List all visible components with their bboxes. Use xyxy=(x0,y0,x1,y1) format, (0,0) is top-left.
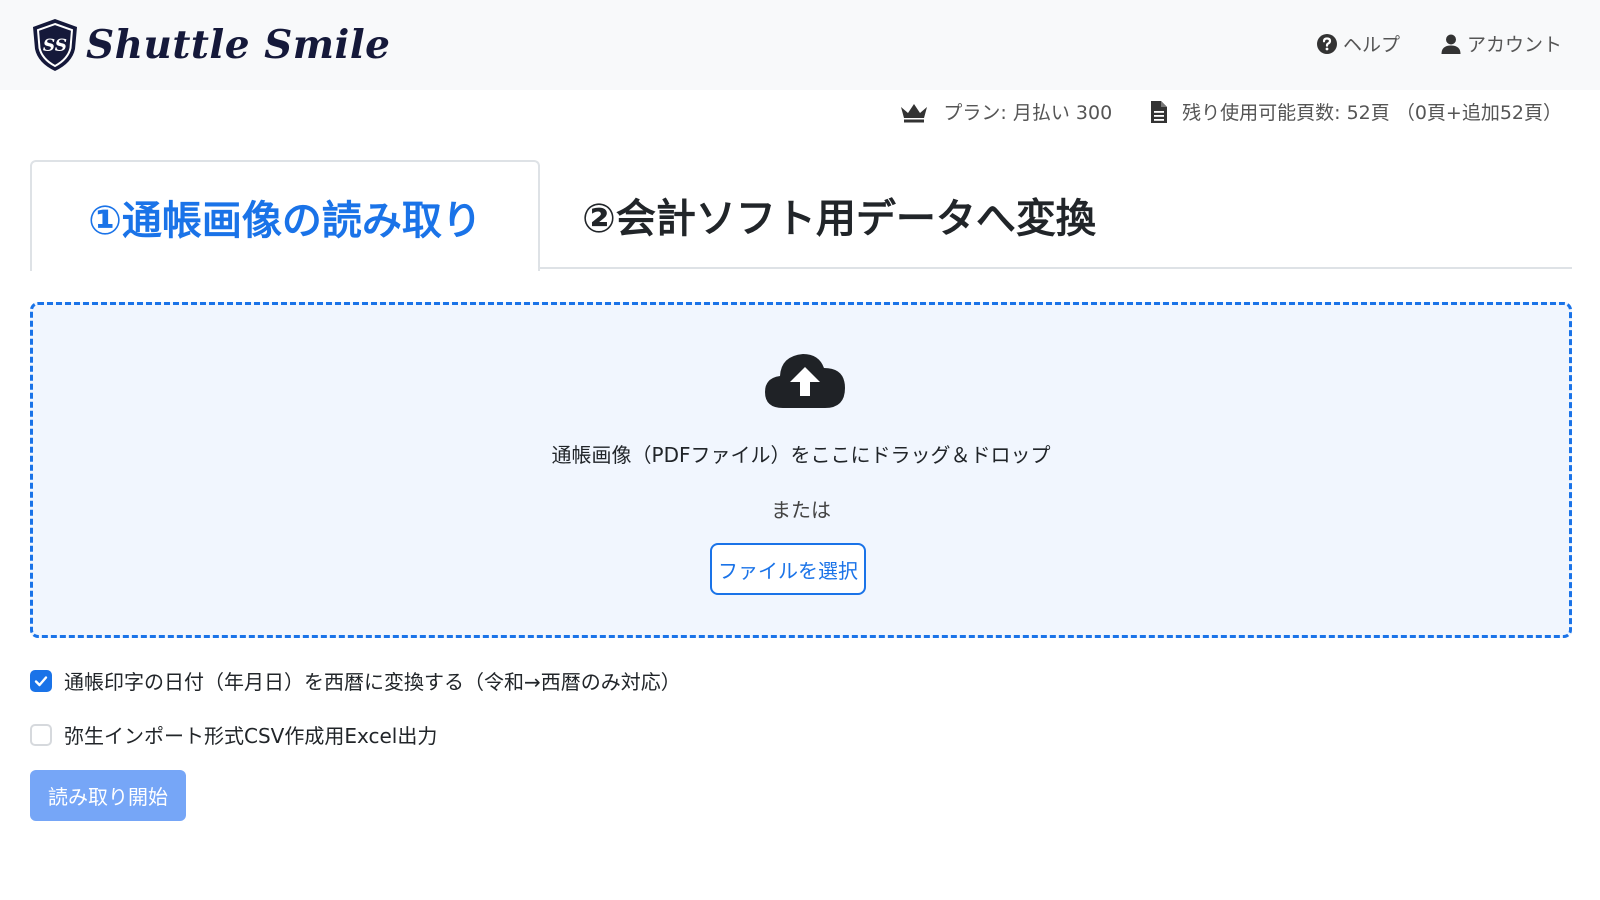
pages-info: 残り使用可能頁数: 52頁 （0頁+追加52頁） xyxy=(1150,98,1562,125)
crown-icon xyxy=(901,103,928,122)
dropzone-instruction: 通帳画像（PDFファイル）をここにドラッグ＆ドロップ xyxy=(551,443,1051,467)
help-link[interactable]: ヘルプ xyxy=(1316,30,1400,57)
tab-bar: ①通帳画像の読み取り ②会計ソフト用データへ変換 xyxy=(30,160,1572,271)
nav-links: ヘルプ アカウント xyxy=(1276,30,1562,57)
start-reading-button[interactable]: 読み取り開始 xyxy=(30,770,186,821)
cloud-upload-icon xyxy=(765,354,845,408)
tab-convert-data[interactable]: ②会計ソフト用データへ変換 xyxy=(540,160,1096,269)
tab-read-passbook[interactable]: ①通帳画像の読み取り xyxy=(30,160,540,271)
brand-name: Shuttle Smile xyxy=(86,22,391,68)
check-icon xyxy=(34,675,48,686)
plan-label: プラン: 月払い 300 xyxy=(943,102,1113,124)
option-convert-western-date[interactable]: 通帳印字の日付（年月日）を西暦に変換する（令和→西暦のみ対応） xyxy=(30,666,681,695)
plan-info: プラン: 月払い 300 xyxy=(899,98,1112,125)
logo-initials: SS xyxy=(43,36,67,56)
navbar: SS Shuttle Smile ヘルプ アカウント xyxy=(0,0,1600,90)
shield-logo-icon: SS xyxy=(33,19,77,71)
brand[interactable]: SS Shuttle Smile xyxy=(30,17,390,73)
account-label: アカウント xyxy=(1466,34,1562,56)
yayoi-excel-label[interactable]: 弥生インポート形式CSV作成用Excel出力 xyxy=(64,720,437,749)
account-link[interactable]: アカウント xyxy=(1440,30,1562,57)
convert-date-checkbox[interactable] xyxy=(30,669,52,692)
tab-read-passbook-label: ①通帳画像の読み取り xyxy=(88,197,482,244)
yayoi-excel-checkbox[interactable] xyxy=(30,723,52,746)
plan-bar: プラン: 月払い 300 残り使用可能頁数: 52頁 （0頁+追加52頁） xyxy=(899,98,1562,125)
help-label: ヘルプ xyxy=(1342,34,1400,56)
select-file-button[interactable]: ファイルを選択 xyxy=(710,543,866,595)
tab-convert-data-label: ②会計ソフト用データへ変換 xyxy=(582,195,1096,242)
convert-date-label[interactable]: 通帳印字の日付（年月日）を西暦に変換する（令和→西暦のみ対応） xyxy=(64,666,681,695)
pages-label: 残り使用可能頁数: 52頁 （0頁+追加52頁） xyxy=(1182,102,1562,124)
document-icon xyxy=(1151,100,1168,123)
user-icon xyxy=(1441,34,1461,54)
option-yayoi-excel[interactable]: 弥生インポート形式CSV作成用Excel出力 xyxy=(30,720,437,749)
file-dropzone[interactable]: 通帳画像（PDFファイル）をここにドラッグ＆ドロップ または ファイルを選択 xyxy=(30,302,1572,638)
question-circle-icon xyxy=(1316,33,1337,54)
dropzone-or-text: または xyxy=(771,498,831,522)
